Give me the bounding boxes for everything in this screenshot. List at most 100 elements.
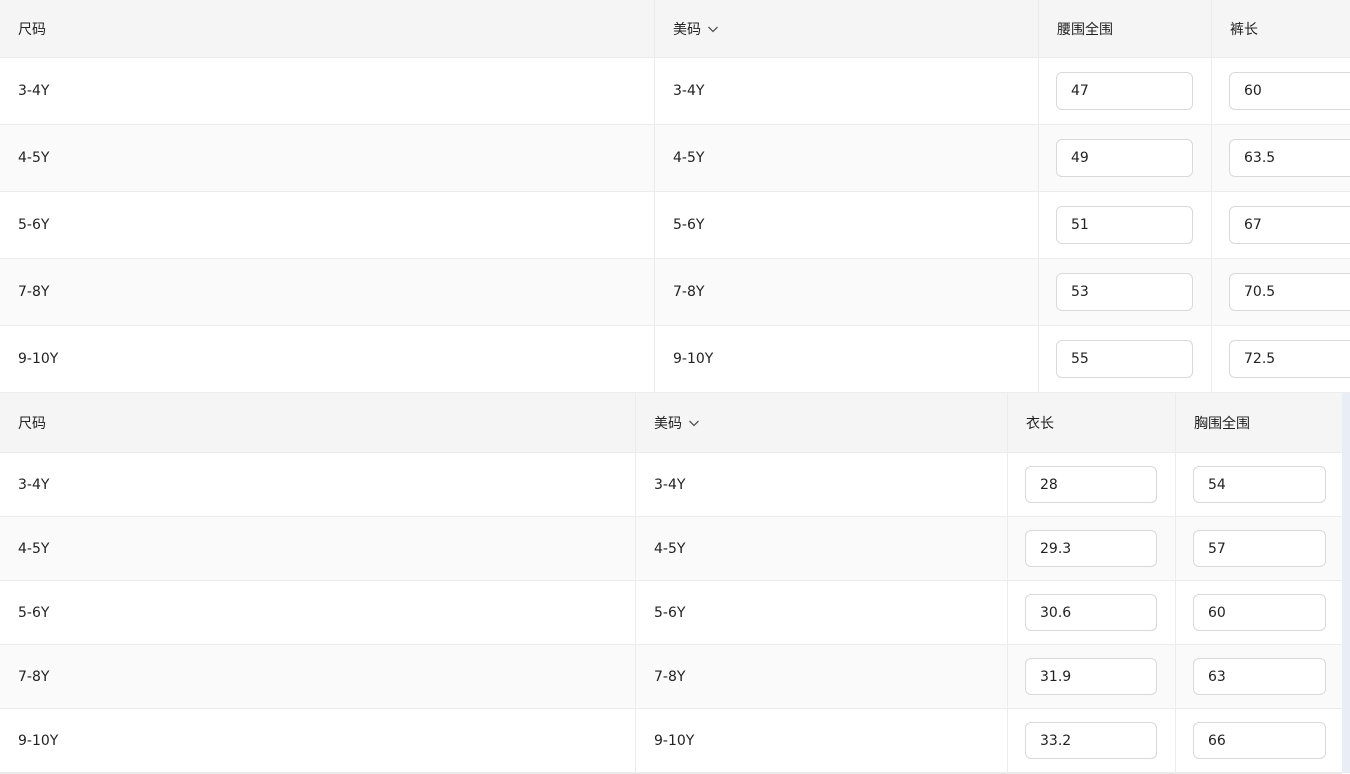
- cell-measure-b: [1175, 453, 1342, 516]
- cell-us-size: 5-6Y: [635, 581, 1007, 644]
- us-size-label: 5-6Y: [654, 604, 686, 621]
- table-row: 5-6Y 5-6Y: [0, 192, 1350, 259]
- chevron-down-icon[interactable]: [707, 23, 719, 35]
- size-label: 5-6Y: [18, 604, 50, 621]
- cell-measure-a: [1007, 645, 1175, 708]
- cell-measure-b: [1175, 517, 1342, 580]
- cell-size: 4-5Y: [0, 125, 654, 191]
- table-row: 7-8Y 7-8Y: [0, 259, 1350, 326]
- pants-length-input[interactable]: [1229, 340, 1350, 378]
- pants-length-input[interactable]: [1229, 273, 1350, 311]
- cell-us-size: 4-5Y: [635, 517, 1007, 580]
- garment-length-input[interactable]: [1025, 530, 1157, 567]
- garment-length-input[interactable]: [1025, 658, 1157, 695]
- size-table-tops: 尺码 美码 衣长 胸围全围 3-4Y 3-4Y 4-5Y 4-5Y 5-6Y 5-6Y 7-…: [0, 393, 1342, 774]
- header-chest: 胸围全围: [1175, 393, 1342, 452]
- waist-input[interactable]: [1056, 139, 1193, 177]
- us-size-label: 3-4Y: [673, 83, 705, 99]
- cell-us-size: 7-8Y: [654, 259, 1038, 325]
- cell-measure-b: [1211, 125, 1350, 191]
- us-size-label: 9-10Y: [673, 351, 714, 367]
- header-us-size[interactable]: 美码: [635, 393, 1007, 452]
- cell-size: 5-6Y: [0, 581, 635, 644]
- size-label: 3-4Y: [18, 83, 50, 99]
- us-size-label: 7-8Y: [654, 668, 686, 685]
- cell-size: 3-4Y: [0, 58, 654, 124]
- size-label: 7-8Y: [18, 284, 50, 300]
- cell-measure-a: [1007, 517, 1175, 580]
- size-label: 4-5Y: [18, 540, 50, 557]
- cell-size: 5-6Y: [0, 192, 654, 258]
- cell-us-size: 9-10Y: [654, 326, 1038, 392]
- chest-input[interactable]: [1193, 466, 1326, 503]
- size-table-bottoms: 尺码 美码 腰围全围 裤长 3-4Y 3-4Y 4-5Y 4-5Y 5-6Y 5-6Y 7-…: [0, 0, 1350, 394]
- header-size: 尺码: [18, 21, 46, 38]
- waist-input[interactable]: [1056, 206, 1193, 244]
- cell-measure-b: [1211, 326, 1350, 392]
- scrollbar[interactable]: [1342, 393, 1350, 773]
- size-label: 7-8Y: [18, 668, 50, 685]
- cell-measure-a: [1038, 259, 1211, 325]
- garment-length-input[interactable]: [1025, 466, 1157, 503]
- pants-length-input[interactable]: [1229, 139, 1350, 177]
- us-size-label: 3-4Y: [654, 476, 686, 493]
- cell-measure-b: [1175, 645, 1342, 708]
- pants-length-input[interactable]: [1229, 72, 1350, 110]
- cell-measure-a: [1007, 453, 1175, 516]
- us-size-label: 7-8Y: [673, 284, 705, 300]
- garment-length-input[interactable]: [1025, 594, 1157, 631]
- cell-us-size: 3-4Y: [635, 453, 1007, 516]
- waist-input[interactable]: [1056, 72, 1193, 110]
- cell-size: 4-5Y: [0, 517, 635, 580]
- header-us-size[interactable]: 美码: [654, 0, 1038, 57]
- cell-us-size: 7-8Y: [635, 645, 1007, 708]
- cell-measure-b: [1175, 709, 1342, 772]
- cell-measure-a: [1038, 58, 1211, 124]
- cell-measure-b: [1175, 581, 1342, 644]
- garment-length-input[interactable]: [1025, 722, 1157, 759]
- table-header-row: 尺码 美码 衣长 胸围全围: [0, 393, 1342, 453]
- chest-input[interactable]: [1193, 594, 1326, 631]
- cell-measure-a: [1038, 192, 1211, 258]
- table-row: 7-8Y 7-8Y: [0, 645, 1342, 709]
- size-label: 9-10Y: [18, 732, 59, 749]
- chest-input[interactable]: [1193, 530, 1326, 567]
- waist-input[interactable]: [1056, 340, 1193, 378]
- cell-size: 7-8Y: [0, 645, 635, 708]
- cell-measure-b: [1211, 58, 1350, 124]
- cell-measure-b: [1211, 259, 1350, 325]
- cell-measure-a: [1007, 581, 1175, 644]
- us-size-label: 4-5Y: [654, 540, 686, 557]
- us-size-label: 4-5Y: [673, 150, 705, 166]
- table-row: 3-4Y 3-4Y: [0, 453, 1342, 517]
- header-waist: 腰围全围: [1038, 0, 1211, 57]
- size-label: 3-4Y: [18, 476, 50, 493]
- size-label: 5-6Y: [18, 217, 50, 233]
- cell-measure-a: [1038, 326, 1211, 392]
- cell-us-size: 3-4Y: [654, 58, 1038, 124]
- chest-input[interactable]: [1193, 722, 1326, 759]
- chevron-down-icon[interactable]: [688, 417, 700, 429]
- table-row: 4-5Y 4-5Y: [0, 517, 1342, 581]
- cell-measure-a: [1007, 709, 1175, 772]
- table-row: 9-10Y 9-10Y: [0, 709, 1342, 773]
- table-row: 5-6Y 5-6Y: [0, 581, 1342, 645]
- chest-input[interactable]: [1193, 658, 1326, 695]
- pants-length-input[interactable]: [1229, 206, 1350, 244]
- cell-size: 7-8Y: [0, 259, 654, 325]
- table-row: 4-5Y 4-5Y: [0, 125, 1350, 192]
- us-size-label: 9-10Y: [654, 732, 695, 749]
- cell-size: 9-10Y: [0, 709, 635, 772]
- waist-input[interactable]: [1056, 273, 1193, 311]
- header-garment-length: 衣长: [1007, 393, 1175, 452]
- cell-us-size: 4-5Y: [654, 125, 1038, 191]
- us-size-label: 5-6Y: [673, 217, 705, 233]
- cell-size: 3-4Y: [0, 453, 635, 516]
- size-label: 4-5Y: [18, 150, 50, 166]
- size-label: 9-10Y: [18, 351, 59, 367]
- header-pants-length: 裤长: [1211, 0, 1350, 57]
- table-row: 9-10Y 9-10Y: [0, 326, 1350, 393]
- header-size: 尺码: [18, 415, 46, 432]
- table-header-row: 尺码 美码 腰围全围 裤长: [0, 0, 1350, 58]
- cell-measure-b: [1211, 192, 1350, 258]
